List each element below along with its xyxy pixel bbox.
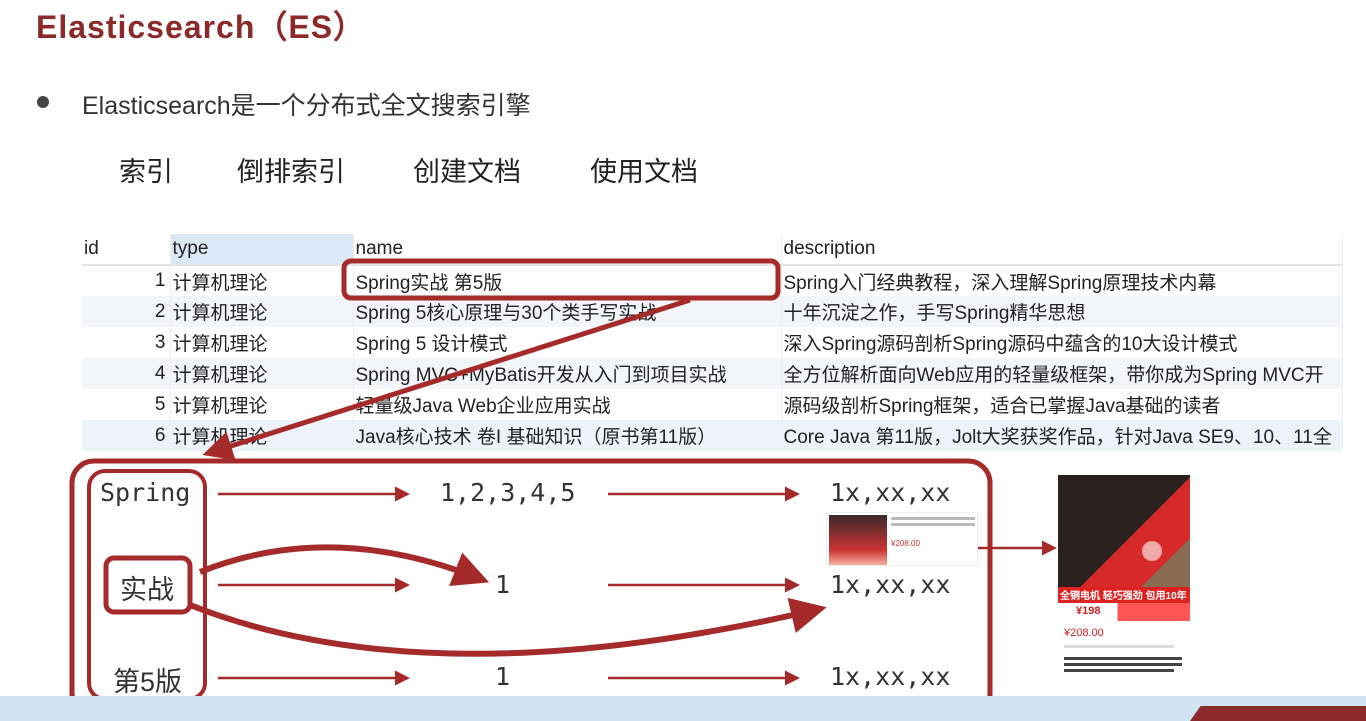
ids-di5ban: 1 [495, 662, 511, 691]
product-thumb-small[interactable]: ¥208.00 [826, 512, 978, 566]
highlight-box-name [341, 258, 781, 301]
term-shizhan: 实战 [120, 575, 174, 605]
term-spring: Spring [100, 478, 191, 507]
curved-arrow-to-doc [188, 597, 827, 657]
curved-arrow-to-id [198, 544, 490, 587]
diagonal-arrow [202, 297, 691, 461]
product-card[interactable]: 全铜电机 轻巧强劲 包用10年 ¥198 ¥208.00 [1058, 475, 1190, 695]
promo-price: ¥198 [1076, 605, 1101, 617]
small-price: ¥208.00 [891, 539, 920, 548]
ids-spring: 1,2,3,4,5 [440, 478, 576, 507]
ids-shizhan: 1 [495, 570, 511, 599]
doc-di5ban: 1x,xx,xx [830, 662, 951, 691]
footer-banner [1190, 706, 1366, 721]
term-di5ban: 第5版 [113, 667, 183, 697]
product-banner: 全铜电机 轻巧强劲 包用10年 [1058, 587, 1190, 603]
doc-spring: 1x,xx,xx [830, 478, 951, 507]
product-image-small [829, 515, 887, 565]
footer-wave [0, 696, 1366, 721]
play-icon[interactable] [1142, 541, 1162, 561]
doc-shizhan: 1x,xx,xx [830, 570, 951, 599]
product-image [1058, 475, 1190, 587]
product-price: ¥208.00 [1064, 627, 1104, 639]
